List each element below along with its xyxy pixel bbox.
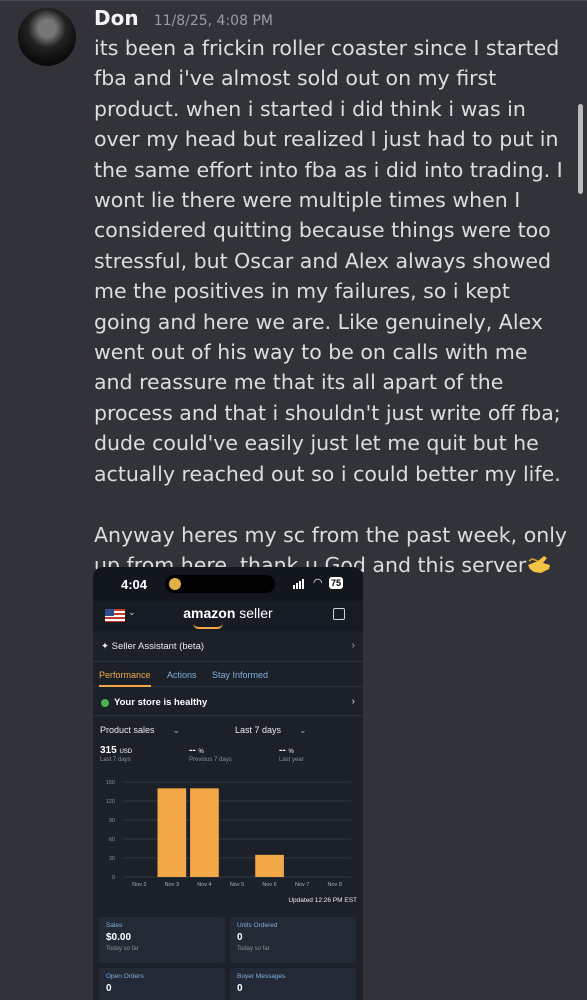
username[interactable]: Don (94, 6, 139, 30)
y-tick-label: 60 (109, 837, 115, 843)
sparkle-icon: ✦ (101, 641, 112, 652)
card-value: $0.00 (106, 932, 132, 943)
y-tick-label: 90 (109, 818, 115, 824)
store-health-status: Your store is healthy (114, 697, 208, 708)
y-tick-label: 120 (106, 799, 115, 805)
sales-current-value: 315 USD (100, 745, 133, 756)
timestamp: 11/8/25, 4:08 PM (153, 13, 273, 29)
scan-icon[interactable] (333, 608, 345, 620)
scrollbar-thumb[interactable] (578, 104, 583, 194)
avatar[interactable] (18, 8, 76, 66)
seller-assistant-row[interactable]: ✦ Seller Assistant (beta) › (93, 631, 363, 662)
card-label: Sales (106, 922, 123, 929)
activity-icon (169, 578, 181, 590)
battery-icon: 75 (329, 577, 344, 589)
x-tick-label: Nov 3 (165, 882, 179, 888)
x-tick-label: Nov 4 (197, 882, 211, 888)
units-ordered-card[interactable]: Units Ordered 0 Today so far (230, 917, 356, 963)
bar (255, 854, 284, 877)
metric-select[interactable]: Product sales ⌄ (100, 725, 180, 736)
sales-lastyear-sub: Last year (279, 757, 304, 763)
check-circle-icon (101, 699, 109, 707)
card-value: 0 (237, 932, 243, 943)
card-value: 0 (106, 983, 112, 994)
y-tick-label: 150 (106, 780, 115, 786)
x-tick-label: Nov 5 (230, 882, 244, 888)
attached-screenshot[interactable]: 4:04 ◠ 75 ⌄ amazon seller ✦ Seller Assis… (93, 567, 363, 1000)
chevron-down-icon: ⌄ (299, 725, 307, 735)
updated-time: Updated 12:26 PM EST (288, 897, 357, 904)
tab-performance[interactable]: Performance (99, 670, 151, 687)
metric-label: Product sales (100, 725, 155, 735)
signal-icon (293, 579, 304, 589)
amazon-seller-logo: amazon seller (183, 605, 273, 621)
chevron-right-icon: › (351, 640, 355, 651)
y-tick-label: 30 (109, 856, 115, 862)
open-orders-card[interactable]: Open Orders 0 (99, 968, 225, 1000)
range-label: Last 7 days (235, 725, 282, 735)
tab-stay-informed[interactable]: Stay Informed (212, 670, 268, 680)
tab-bar: Performance Actions Stay Informed (93, 662, 363, 687)
sales-bar-chart: 150 120 90 60 30 0 Nov 2 Nov 3 Nov 4 Nov 5 Nov 6 No… (106, 780, 351, 888)
wifi-icon: ◠ (313, 577, 323, 589)
card-label: Open Orders (106, 973, 144, 980)
sales-lastyear-value: -- % (279, 745, 294, 756)
range-select[interactable]: Last 7 days ⌄ (235, 725, 307, 736)
card-sub: Today so far (237, 946, 270, 952)
card-value: 0 (237, 983, 243, 994)
message-text: its been a frickin roller coaster since … (94, 36, 568, 577)
y-tick-label: 0 (112, 875, 115, 881)
sales-previous-sub: Previous 7 days (189, 757, 232, 763)
store-health-row[interactable]: Your store is healthy › (93, 689, 363, 716)
chevron-right-icon: › (351, 696, 355, 707)
phone-status-bar: 4:04 ◠ 75 (93, 567, 363, 601)
pinching-hand-emoji (528, 555, 551, 573)
message-body: its been a frickin roller coaster since … (94, 33, 572, 580)
message-header: Don 11/8/25, 4:08 PM (94, 6, 273, 30)
x-tick-label: Nov 7 (295, 882, 309, 888)
sales-current-sub: Last 7 days (100, 757, 131, 763)
x-tick-label: Nov 2 (132, 882, 146, 888)
tab-actions[interactable]: Actions (167, 670, 197, 680)
buyer-messages-card[interactable]: Buyer Messages 0 (230, 968, 356, 1000)
x-tick-label: Nov 8 (328, 882, 342, 888)
x-tick-label: Nov 6 (262, 882, 276, 888)
dynamic-island (165, 575, 275, 593)
bar (190, 788, 219, 877)
status-time: 4:04 (121, 577, 148, 592)
app-header: ⌄ amazon seller (93, 601, 363, 631)
sales-previous-value: -- % (189, 745, 204, 756)
card-label: Buyer Messages (237, 973, 286, 980)
sales-card[interactable]: Sales $0.00 Today so far (99, 917, 225, 963)
bar (157, 788, 187, 877)
top-divider (0, 0, 587, 1)
card-sub: Today so far (106, 946, 139, 952)
chevron-down-icon: ⌄ (172, 725, 181, 735)
amazon-smile-icon (193, 623, 223, 629)
seller-assistant-label: Seller Assistant (beta) (111, 641, 205, 652)
card-label: Units Ordered (237, 922, 278, 929)
